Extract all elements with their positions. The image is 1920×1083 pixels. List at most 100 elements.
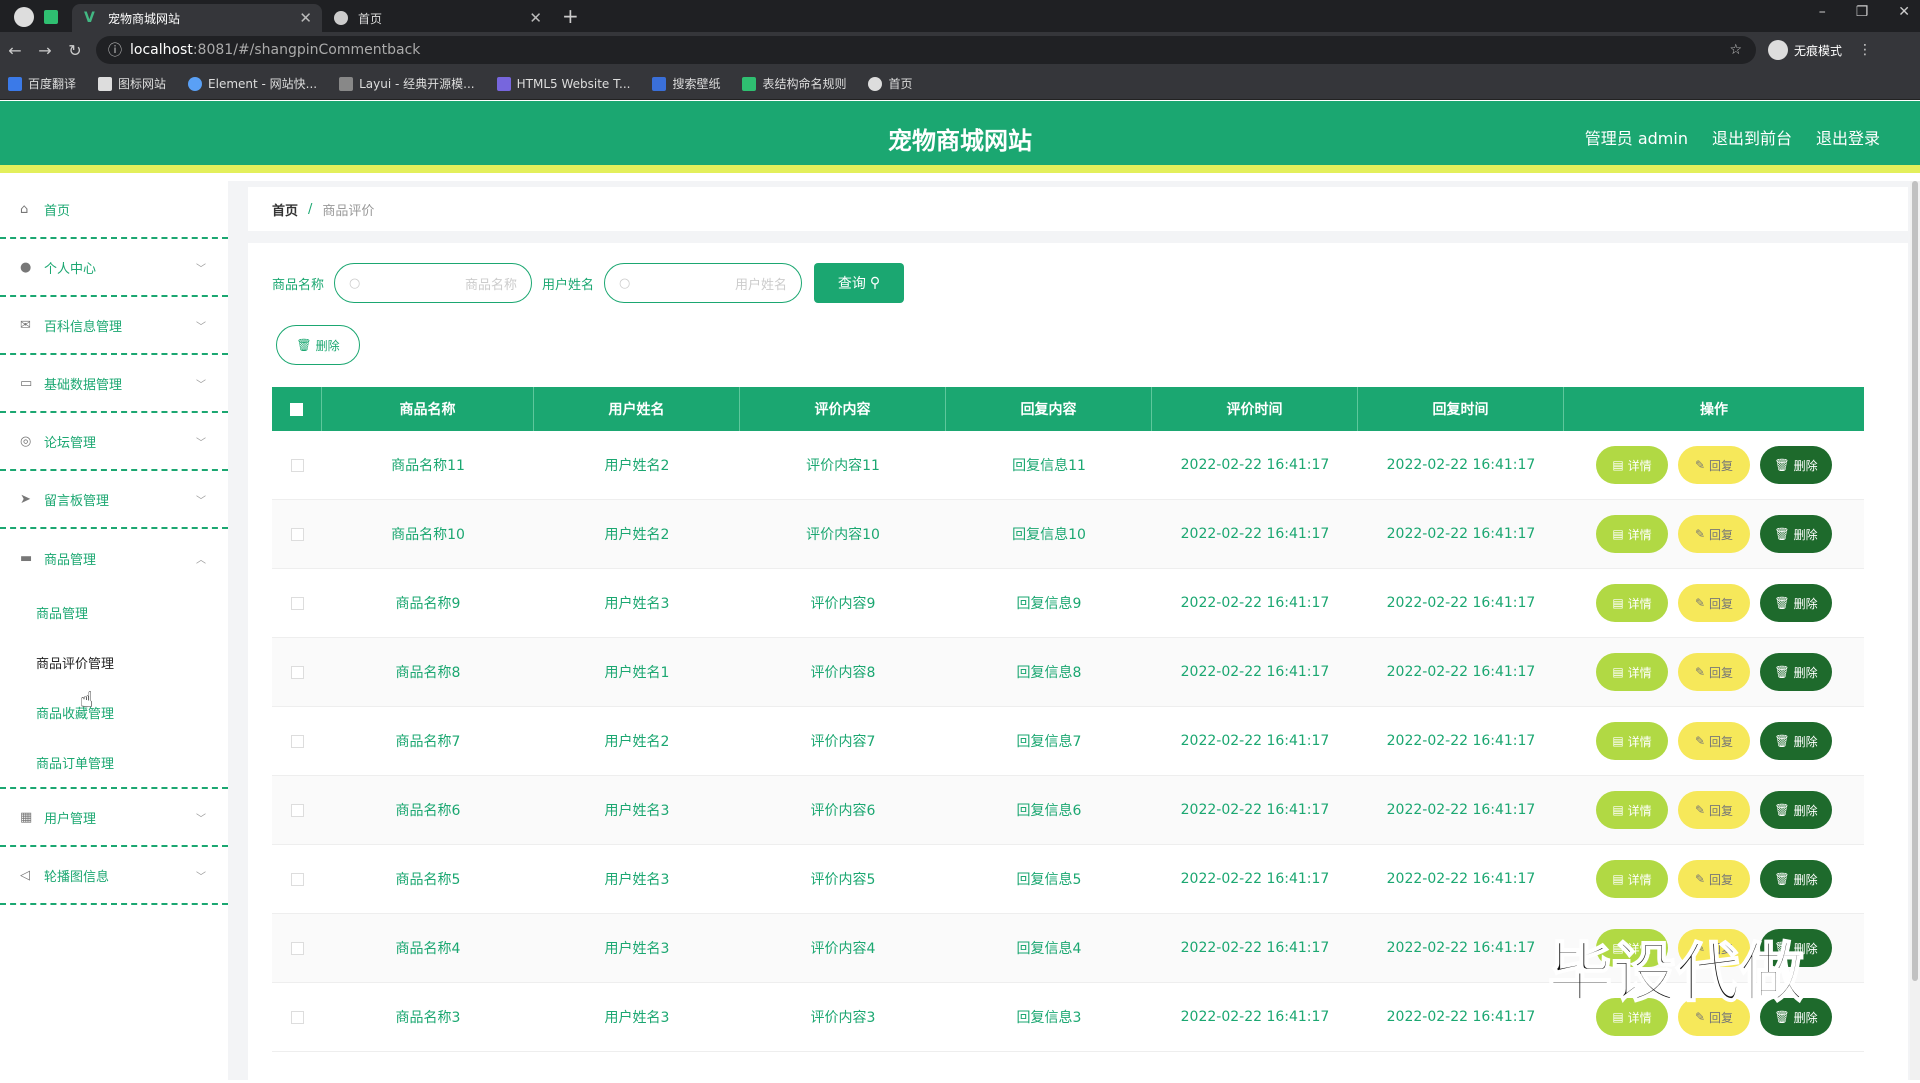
browser-menu-icon[interactable] [14,7,34,27]
bulk-delete-button[interactable]: 🗑 删除 [276,325,360,365]
edit-icon: ✎ [1694,596,1706,610]
trash-icon: 🗑 [296,338,312,352]
to-front-link[interactable]: 退出到前台 [1712,125,1792,149]
sidebar-item-forum[interactable]: ◎ 论坛管理 ﹀ [0,413,228,471]
detail-button[interactable]: ▤ 详情 [1596,584,1668,622]
detail-button[interactable]: ▤ 详情 [1596,515,1668,553]
row-checkbox[interactable] [290,665,304,679]
sidebar-item-carousel[interactable]: ◁ 轮播图信息 ﹀ [0,847,228,905]
restore-icon[interactable]: ❐ [1856,4,1869,20]
bookmark-item[interactable]: 图标网站 [98,75,166,92]
submenu-goods-comments[interactable]: 商品评价管理 [0,637,228,687]
detail-button[interactable]: ▤ 详情 [1596,860,1668,898]
close-icon[interactable]: ✕ [299,9,312,27]
submenu-goods[interactable]: 商品管理 [0,587,228,637]
bookmark-item[interactable]: 首页 [868,75,913,92]
minimize-icon[interactable]: – [1819,4,1826,20]
bookmark-item[interactable]: 搜索壁纸 [652,75,720,92]
user-name-cell: 用户姓名1 [604,665,670,681]
doc-icon: ▤ [1612,458,1624,472]
query-button[interactable]: 查询 ⚲ [814,263,905,303]
reply-button[interactable]: ✎ 回复 [1678,791,1750,829]
reply-button[interactable]: ✎ 回复 [1678,653,1750,691]
row-checkbox[interactable] [290,1010,304,1024]
row-checkbox[interactable] [290,941,304,955]
wallpaper-icon [652,76,667,91]
sidebar-item-wiki[interactable]: ✉ 百科信息管理 ﹀ [0,297,228,355]
chevron-up-icon: ︿ [196,554,206,566]
reply-button[interactable]: ✎ 回复 [1678,860,1750,898]
row-checkbox[interactable] [290,596,304,610]
submenu-goods-favorites[interactable]: 商品收藏管理 [0,687,228,737]
logout-link[interactable]: 退出登录 [1816,125,1880,149]
delete-button[interactable]: 🗑 删除 [1760,722,1832,760]
url-field[interactable]: ⓘ localhost:8081/#/shangpinCommentback ☆ [96,36,1756,64]
product-name-cell: 商品名称8 [395,665,461,681]
sidebar-item-users[interactable]: ▦ 用户管理 ﹀ [0,789,228,847]
incognito-badge[interactable]: 无痕模式 [1768,40,1842,60]
bookmark-item[interactable]: HTML5 Website T... [496,76,630,91]
reply-button[interactable]: ✎ 回复 [1678,446,1750,484]
breadcrumb-home[interactable]: 首页 [272,200,298,219]
kebab-menu-icon[interactable]: ⋮ [1858,42,1872,58]
scrollbar-thumb[interactable] [1912,181,1918,981]
reply-button[interactable]: ✎ 回复 [1678,515,1750,553]
comment-time-cell: 2022-02-22 16:41:17 [1180,940,1330,956]
star-icon[interactable]: ☆ [1729,42,1742,58]
detail-button[interactable]: ▤ 详情 [1596,791,1668,829]
bookmark-item[interactable]: 表结构命名规则 [742,75,846,92]
table-row: 商品名称7 用户姓名2 评价内容7 回复信息7 2022-02-22 16:41:17 2… [272,707,1864,776]
header-actions: 管理员 admin 退出到前台 退出登录 [1585,125,1880,149]
detail-button[interactable]: ▤ 详情 [1596,653,1668,691]
delete-button[interactable]: 🗑 删除 [1760,446,1832,484]
new-tab-icon[interactable]: + [562,4,579,28]
doc-icon: ▤ [1612,527,1624,541]
tab-pet-shop[interactable]: V 宠物商城网站 ✕ [72,4,322,32]
row-select-cell [272,431,322,499]
bookmark-item[interactable]: 百度翻译 [8,75,76,92]
sidebar-item-messages[interactable]: ➤ 留言板管理 ﹀ [0,471,228,529]
delete-button[interactable]: 🗑 删除 [1760,860,1832,898]
delete-button[interactable]: 🗑 删除 [1760,584,1832,622]
window-close-icon[interactable]: ✕ [1898,4,1910,20]
forward-icon[interactable]: → [30,41,60,60]
sidebar-item-profile[interactable]: ● 个人中心 ﹀ [0,239,228,297]
row-checkbox[interactable] [290,872,304,886]
user-name-input[interactable]: ○ 用户姓名 [604,263,803,303]
close-icon[interactable]: ✕ [529,9,542,27]
delete-button[interactable]: 🗑 删除 [1760,791,1832,829]
row-select-cell [272,638,322,706]
back-icon[interactable]: ← [0,41,30,60]
select-all-checkbox[interactable] [290,402,303,416]
reply-time-cell: 2022-02-22 16:41:17 [1386,664,1536,680]
page-scrollbar[interactable] [1910,181,1920,1080]
row-checkbox[interactable] [290,803,304,817]
tab-home[interactable]: 首页 ✕ [322,4,552,32]
sidebar-item-basedata[interactable]: ▭ 基础数据管理 ﹀ [0,355,228,413]
reply-button[interactable]: ✎ 回复 [1678,722,1750,760]
doc-icon: ▤ [1612,596,1624,610]
sidebar-item-home[interactable]: ⌂ 首页 [0,181,228,239]
delete-button[interactable]: 🗑 删除 [1760,515,1832,553]
submenu-goods-orders[interactable]: 商品订单管理 [0,737,228,787]
detail-button[interactable]: ▤ 详情 [1596,446,1668,484]
comment-cell: 评价内容7 [810,734,876,750]
bookmark-item[interactable]: Element - 网站快... [188,75,317,92]
delete-button[interactable]: 🗑 删除 [1760,653,1832,691]
comment-cell: 评价内容5 [810,872,876,888]
chevron-down-icon: ﹀ [196,321,206,333]
bookmark-item[interactable]: Layui - 经典开源模... [339,75,475,92]
user-icon: ● [20,259,32,275]
product-name-input[interactable]: ○ 商品名称 [334,263,533,303]
detail-button[interactable]: ▤ 详情 [1596,722,1668,760]
row-checkbox[interactable] [290,458,304,472]
row-checkbox[interactable] [290,527,304,541]
reply-cell: 回复信息8 [1016,665,1082,681]
user-name-cell: 用户姓名2 [604,458,670,474]
reload-icon[interactable]: ↻ [60,41,90,60]
column-header: 回复时间 [1358,387,1564,431]
row-checkbox[interactable] [290,734,304,748]
reply-button[interactable]: ✎ 回复 [1678,584,1750,622]
user-name-cell: 用户姓名3 [604,872,670,888]
sidebar-item-goods[interactable]: ▬ 商品管理 ︿ [0,529,228,587]
